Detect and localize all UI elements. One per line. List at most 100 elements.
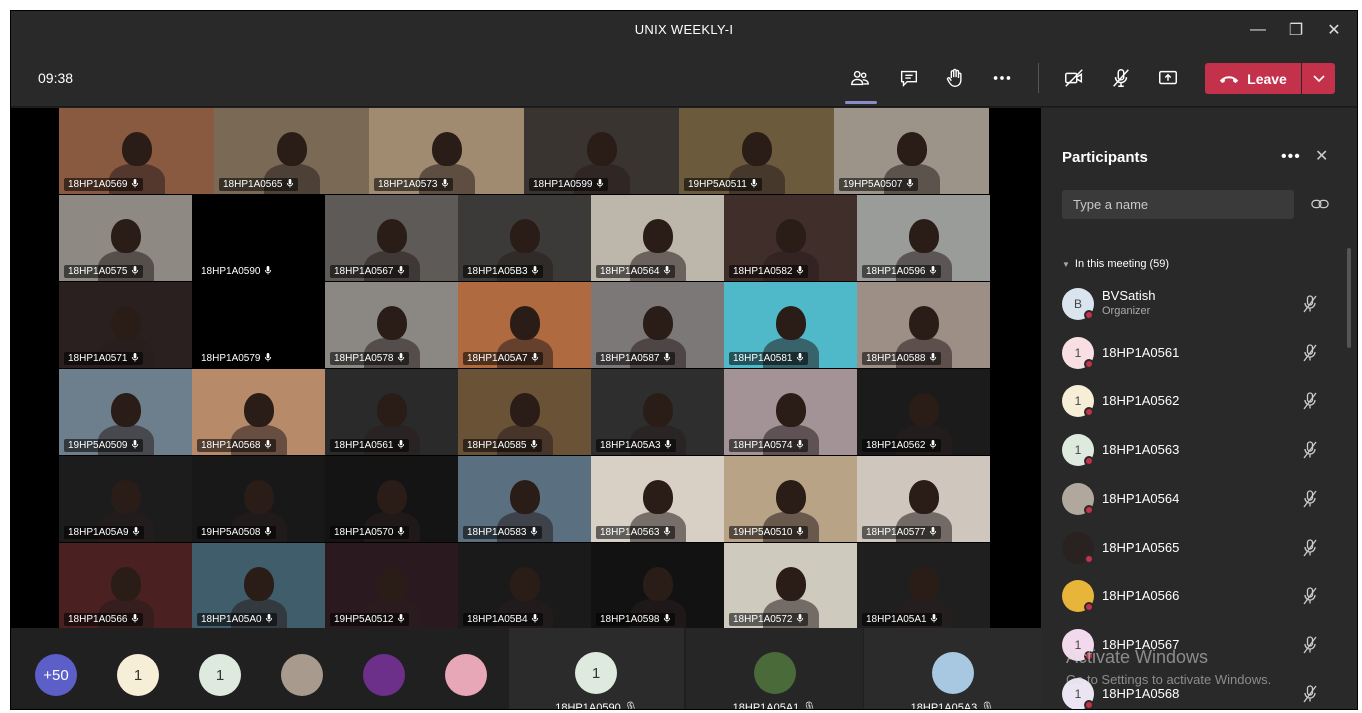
mic-off-icon[interactable] [1300,489,1320,509]
video-tile[interactable]: 18HP1A0570 [325,456,458,542]
close-window-button[interactable]: ✕ [1317,17,1351,43]
participant-row[interactable]: B BVSatish Organizer [1062,286,1332,326]
spotlight-tile[interactable]: 18HP1A05A1 🎙 [686,628,863,709]
video-tile[interactable]: 18HP1A0577 [857,456,990,542]
strip-avatar[interactable] [363,654,405,696]
video-tile[interactable]: 18HP1A0565 [214,108,369,194]
video-tile[interactable]: 18HP1A0574 [724,369,857,455]
participant-row[interactable]: 18HP1A0564 [1062,481,1332,521]
panel-more-button[interactable]: ••• [1281,148,1301,166]
video-tile[interactable]: 19HP5A0508 [192,456,325,542]
video-tile[interactable]: 18HP1A0588 [857,282,990,368]
mic-off-icon[interactable] [1300,294,1320,314]
video-tile[interactable]: 18HP1A0571 [59,282,192,368]
leave-options-dropdown[interactable] [1302,63,1335,94]
video-person-head [908,219,939,253]
participant-row[interactable]: 1 18HP1A0561 [1062,335,1332,375]
video-tile[interactable]: 18HP1A0583 [458,456,591,542]
video-tile[interactable]: 19HP5A0511 [679,108,834,194]
video-tile[interactable]: 18HP1A05B3 [458,195,591,281]
chevron-down-icon [1312,74,1325,82]
strip-avatar[interactable] [445,654,487,696]
participant-search-input[interactable] [1062,190,1294,219]
video-tile[interactable]: 18HP1A0596 [857,195,990,281]
mic-off-icon[interactable] [1300,343,1320,363]
status-badge [1084,553,1094,564]
more-actions-button[interactable] [986,63,1018,93]
video-tile[interactable]: 18HP1A0579 [192,282,325,368]
video-tile[interactable]: 18HP1A0599 [524,108,679,194]
spotlight-tile[interactable]: 18HP1A05A3 🎙 [864,628,1041,709]
video-tile[interactable]: 18HP1A0568 [192,369,325,455]
video-tile[interactable]: 18HP1A0572 [724,543,857,629]
leave-button[interactable]: Leave [1205,63,1301,94]
strip-avatar[interactable]: 1 [199,654,241,696]
video-tile-name: 18HP1A0566 [64,613,143,626]
video-tile[interactable]: 19HP5A0512 [325,543,458,629]
video-tile[interactable]: 18HP1A05A0 [192,543,325,629]
video-tile[interactable]: 18HP1A0573 [369,108,524,194]
video-tile[interactable]: 19HP5A0509 [59,369,192,455]
panel-close-button[interactable]: ✕ [1315,146,1328,166]
overflow-participants-badge[interactable]: +50 [35,654,77,696]
video-tile[interactable]: 18HP1A05B4 [458,543,591,629]
video-tile[interactable]: 18HP1A0598 [591,543,724,629]
video-person-head [431,132,462,166]
video-tile[interactable]: 18HP1A0569 [59,108,214,194]
mic-off-icon[interactable] [1300,586,1320,606]
mic-toggle-button[interactable] [1105,63,1137,93]
participant-name: 18HP1A0564 [1102,490,1180,506]
chat-button[interactable] [893,63,925,93]
video-tile[interactable]: 18HP1A0563 [591,456,724,542]
video-tile[interactable]: 19HP5A0507 [834,108,989,194]
participant-row[interactable]: 18HP1A0566 [1062,578,1332,618]
mic-off-icon[interactable] [1300,440,1320,460]
minimize-button[interactable]: — [1241,17,1275,43]
video-tile[interactable]: 18HP1A0561 [325,369,458,455]
video-tile[interactable]: 18HP1A0581 [724,282,857,368]
teams-meeting-window: UNIX WEEKLY-I — ❐ ✕ 09:38 Leave 18HP1A05… [10,10,1358,710]
video-tile[interactable]: 18HP1A0585 [458,369,591,455]
strip-avatar[interactable]: 1 [117,654,159,696]
video-tile[interactable]: 18HP1A0590 [192,195,325,281]
panel-scrollbar[interactable] [1347,248,1351,348]
video-tile[interactable]: 18HP1A0567 [325,195,458,281]
share-screen-button[interactable] [1152,63,1184,93]
mic-off-icon[interactable] [1300,391,1320,411]
video-tile[interactable]: 18HP1A0578 [325,282,458,368]
video-tile-name: 19HP5A0511 [684,178,762,191]
video-tile[interactable]: 18HP1A0587 [591,282,724,368]
participant-name: 18HP1A0561 [1102,344,1180,360]
video-tile[interactable]: 19HP5A0510 [724,456,857,542]
mic-off-icon[interactable] [1300,538,1320,558]
video-tile[interactable]: 18HP1A0564 [591,195,724,281]
mic-icon [394,527,405,538]
restore-button[interactable]: ❐ [1279,17,1313,43]
video-tile[interactable]: 18HP1A05A7 [458,282,591,368]
video-tile[interactable]: 18HP1A0566 [59,543,192,629]
video-tile[interactable]: 18HP1A0582 [724,195,857,281]
in-meeting-section-header[interactable]: ▼ In this meeting (59) [1062,258,1169,270]
participants-button[interactable] [844,63,876,93]
video-tile[interactable]: 18HP1A05A3 [591,369,724,455]
camera-toggle-button[interactable] [1058,63,1090,93]
video-tile[interactable]: 18HP1A05A1 [857,543,990,629]
video-tile[interactable]: 18HP1A0575 [59,195,192,281]
strip-avatar[interactable] [281,654,323,696]
mic-off-icon[interactable] [1300,635,1320,655]
video-person-head [775,219,806,253]
video-tile[interactable]: 18HP1A05A9 [59,456,192,542]
spotlight-tile[interactable]: 1 18HP1A0590 🎙 [509,628,684,709]
share-link-icon[interactable] [1311,197,1329,211]
mic-off-icon[interactable] [1300,684,1320,704]
mic-icon [926,527,937,538]
participant-row[interactable]: 1 18HP1A0562 [1062,383,1332,423]
participant-row[interactable]: 1 18HP1A0563 [1062,432,1332,472]
status-badge [1084,407,1094,418]
mic-icon [593,179,604,190]
mic-icon [129,527,140,538]
video-tile[interactable]: 18HP1A0562 [857,369,990,455]
participant-row[interactable]: 18HP1A0565 [1062,530,1332,570]
status-badge [1084,358,1094,369]
raise-hand-button[interactable] [939,63,971,93]
